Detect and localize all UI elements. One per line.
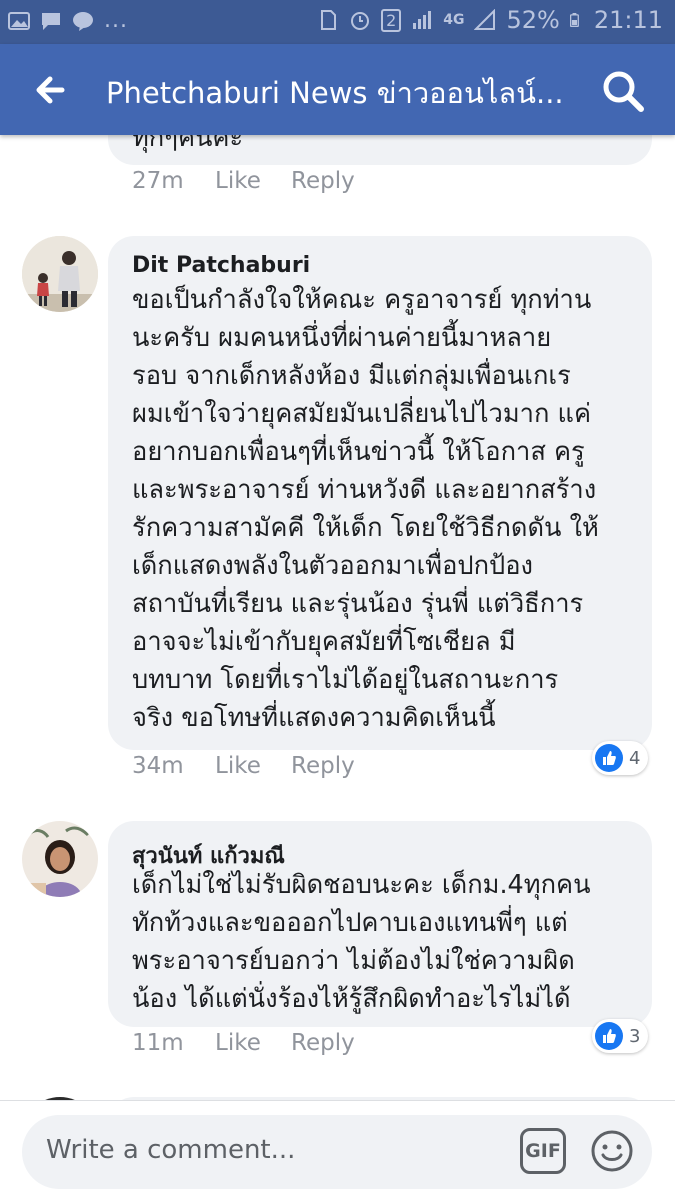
reaction-count: 3 (629, 1025, 641, 1047)
avatar-photo (22, 236, 98, 312)
back-arrow-icon[interactable] (32, 70, 72, 110)
reaction-count: 4 (629, 747, 641, 769)
gif-button[interactable]: GIF (520, 1128, 566, 1174)
more-notifications: ... (104, 8, 128, 33)
like-button[interactable]: Like (215, 168, 291, 194)
comment-text: เด็กไม่ใช่ไม่รับผิดชอบนะคะ เด็กม.4ทุกคน … (132, 870, 591, 1014)
status-bar: ... 2 4G 52% 21:11 (0, 0, 675, 44)
sim-card-icon (321, 10, 337, 30)
signal-icon (413, 11, 432, 29)
like-button[interactable]: Like (215, 753, 291, 779)
alarm-icon (351, 12, 370, 30)
comment-input-placeholder: Write a comment... (46, 1135, 296, 1165)
gallery-icon (8, 11, 30, 30)
clock: 21:11 (593, 6, 663, 34)
comment-author[interactable]: Dit Patchaburi (132, 253, 310, 278)
emoji-icon[interactable] (589, 1128, 635, 1174)
status-bar-notifications: ... (8, 8, 128, 33)
comment-bubble[interactable]: ทุกๆคนค่ะ (108, 135, 652, 165)
sim-slot-badge: 2 (381, 8, 402, 32)
message-icon (42, 12, 60, 30)
reply-button[interactable]: Reply (291, 168, 355, 194)
comment-time: 34m (132, 753, 184, 779)
reaction-summary[interactable]: 3 (592, 1019, 649, 1053)
network-type: 4G (443, 12, 465, 28)
avatar[interactable] (22, 236, 98, 312)
avatar-photo (22, 821, 98, 897)
thumbs-up-icon (595, 1022, 623, 1050)
reaction-summary[interactable]: 4 (592, 741, 649, 775)
status-bar-system: 2 4G 52% 21:11 (317, 6, 663, 34)
battery-percent: 52% (506, 6, 560, 34)
avatar[interactable] (22, 821, 98, 897)
like-button[interactable]: Like (215, 1030, 291, 1056)
comment-text: ขอเป็นกำลังใจให้คณะ ครูอาจารย์ ทุกท่าน น… (132, 285, 599, 733)
comment-meta: 27m Like Reply (132, 168, 355, 194)
comment-time: 11m (132, 1030, 184, 1056)
reply-button[interactable]: Reply (291, 1030, 355, 1056)
page-title: Phetchaburi News ข่าวออนไลน์... (106, 76, 564, 110)
comment-meta: 11m Like Reply (132, 1030, 355, 1056)
line-app-icon (73, 11, 93, 31)
comment-list: ทุกๆคนค่ะ 27m Like Reply Dit Patchaburi … (0, 135, 675, 1100)
reply-button[interactable]: Reply (291, 753, 355, 779)
comment-meta: 34m Like Reply (132, 753, 355, 779)
signal-2-icon (474, 9, 496, 30)
app-header: Phetchaburi News ข่าวออนไลน์... (0, 44, 675, 135)
thumbs-up-icon (595, 744, 623, 772)
comment-time: 27m (132, 168, 184, 194)
comment-bubble[interactable]: Dit Patchaburi ขอเป็นกำลังใจให้คณะ ครูอา… (108, 236, 652, 750)
battery-icon (569, 13, 579, 27)
comment-text: ทุกๆคนค่ะ (132, 135, 244, 153)
search-icon[interactable] (600, 68, 646, 114)
comment-input[interactable]: Write a comment... GIF (22, 1115, 652, 1189)
comment-composer: Write a comment... GIF (0, 1100, 675, 1200)
comment-bubble[interactable]: สุวนันท์ แก้วมณี เด็กไม่ใช่ไม่รับผิดชอบน… (108, 821, 652, 1027)
